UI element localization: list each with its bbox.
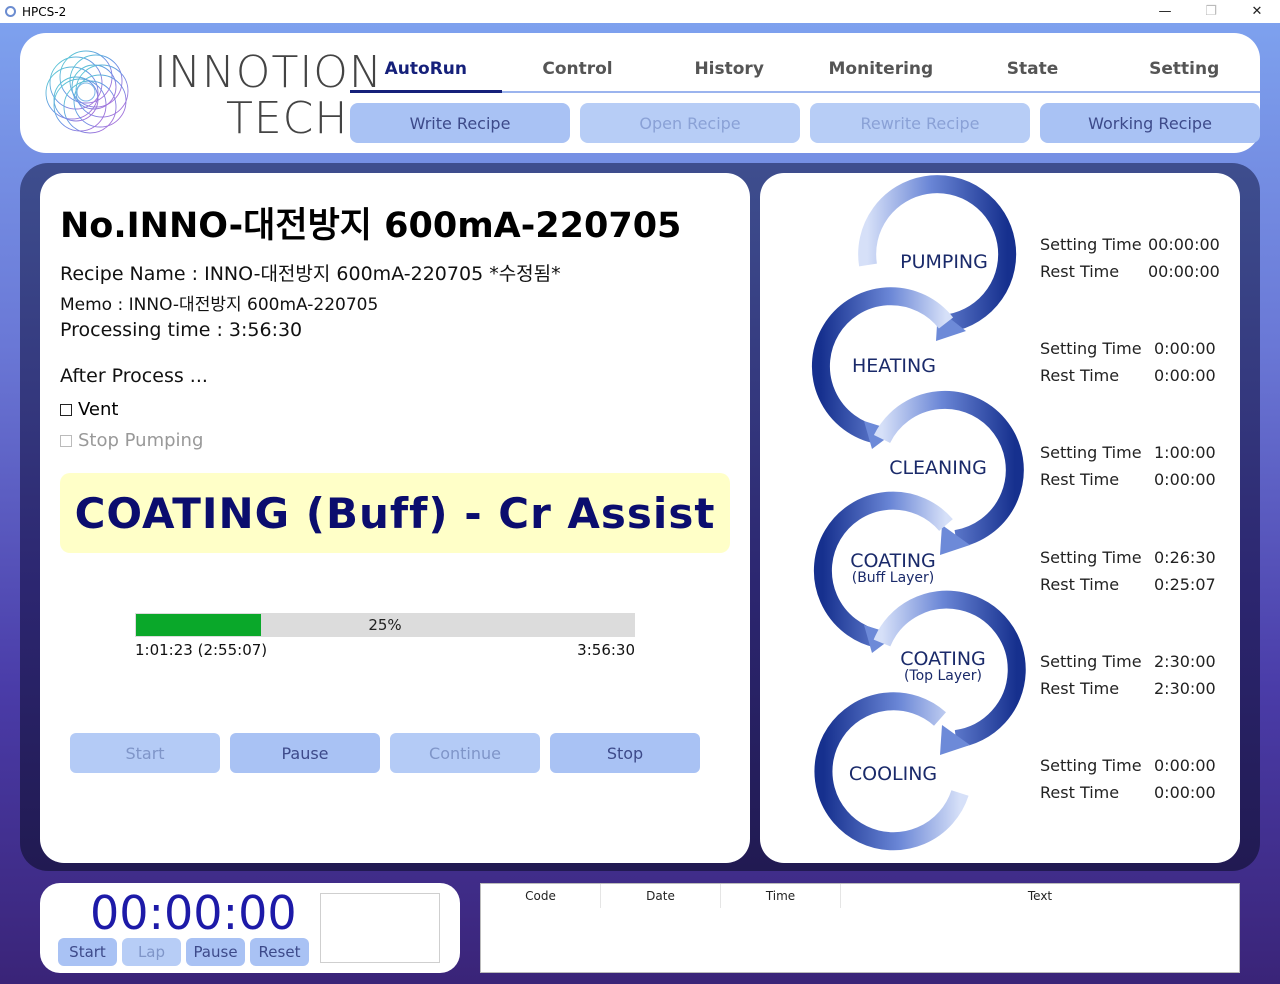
tab-setting[interactable]: Setting [1108, 53, 1260, 91]
restore-icon[interactable]: ❐ [1188, 0, 1234, 23]
rewrite-recipe-button[interactable]: Rewrite Recipe [810, 103, 1030, 143]
stopwatch-start-button[interactable]: Start [58, 938, 117, 966]
main-tabs: AutoRun Control History Monitering State… [350, 53, 1260, 93]
setting-time-value: 0:00:00 [1154, 339, 1216, 358]
header: INNOTION TECH AutoRun Control History Mo… [20, 33, 1260, 153]
start-button[interactable]: Start [70, 733, 220, 773]
logo-wordmark: INNOTION TECH [154, 47, 383, 144]
coating-top-times: Setting Time 2:30:00 Rest Time 2:30:00 [1040, 652, 1216, 698]
coating-buff-times: Setting Time 0:26:30 Rest Time 0:25:07 [1040, 548, 1216, 594]
after-process-label: After Process ... [60, 365, 208, 387]
step-name: COATING [900, 648, 986, 670]
column-header-date[interactable]: Date [601, 884, 721, 908]
step-heating: HEATING [844, 355, 944, 377]
remaining-value: (2:55:07) [197, 641, 268, 659]
stopwatch-pause-button[interactable]: Pause [186, 938, 245, 966]
stopwatch-controls: Start Lap Pause Reset [58, 938, 309, 966]
current-step-text: COATING (Buff) - Cr Assist [74, 488, 716, 538]
step-sub: (Top Layer) [903, 668, 983, 684]
window-title: HPCS-2 [22, 4, 67, 19]
column-header-text[interactable]: Text [841, 884, 1239, 908]
step-coating-buff: COATING (Buff Layer) [838, 550, 948, 586]
run-controls: Start Pause Continue Stop [70, 733, 700, 773]
current-step-banner: COATING (Buff) - Cr Assist [60, 473, 730, 553]
continue-button[interactable]: Continue [390, 733, 540, 773]
stopwatch-panel: 00:00:00 Start Lap Pause Reset [40, 883, 460, 973]
total-time: 3:56:30 [577, 641, 635, 659]
tab-autorun[interactable]: AutoRun [350, 53, 502, 93]
step-name: COOLING [848, 763, 938, 785]
stopwatch-lap-button[interactable]: Lap [122, 938, 181, 966]
step-name: HEATING [852, 355, 936, 377]
tab-monitering[interactable]: Monitering [805, 53, 957, 91]
step-name: CLEANING [889, 457, 987, 479]
rest-time-value: 0:00:00 [1154, 470, 1216, 489]
setting-time-value: 2:30:00 [1154, 652, 1216, 671]
step-coating-top: COATING (Top Layer) [888, 648, 998, 684]
step-cleaning: CLEANING [888, 457, 988, 479]
stop-pumping-label: Stop Pumping [78, 430, 204, 451]
setting-time-value: 00:00:00 [1148, 235, 1220, 254]
cooling-times: Setting Time 0:00:00 Rest Time 0:00:00 [1040, 756, 1216, 802]
column-header-code[interactable]: Code [481, 884, 601, 908]
tab-control[interactable]: Control [502, 53, 654, 91]
tab-history[interactable]: History [653, 53, 805, 91]
minimize-icon[interactable]: — [1142, 0, 1188, 23]
stop-pumping-checkbox[interactable]: Stop Pumping [60, 430, 203, 451]
step-name: COATING [850, 550, 936, 572]
step-name: PUMPING [900, 251, 988, 273]
progress-bar: 25% [135, 613, 635, 637]
recipe-memo: Memo : INNO-대전방지 600mA-220705 [60, 295, 379, 315]
setting-time-value: 0:26:30 [1154, 548, 1216, 567]
stopwatch-display: 00:00:00 [90, 886, 297, 940]
step-cooling: COOLING [840, 763, 946, 785]
elapsed-time: 1:01:23 (2:55:07) [135, 641, 267, 659]
processing-time: Processing time : 3:56:30 [60, 319, 303, 341]
stop-button[interactable]: Stop [550, 733, 700, 773]
log-table[interactable]: Code Date Time Text [480, 883, 1240, 973]
step-sub: (Buff Layer) [851, 570, 935, 586]
logo-swirl-icon [45, 50, 129, 134]
rest-time-value: 0:00:00 [1154, 783, 1216, 802]
stopwatch-reset-button[interactable]: Reset [250, 938, 309, 966]
checkbox-icon [60, 403, 72, 416]
recipe-panel: No.INNO-대전방지 600mA-220705 Recipe Name : … [40, 173, 750, 863]
window-controls: — ❐ ✕ [1142, 0, 1280, 23]
title-bar: HPCS-2 — ❐ ✕ [0, 0, 1280, 23]
rest-time-value: 2:30:00 [1154, 679, 1216, 698]
pumping-times: Setting Time 00:00:00 Rest Time 00:00:00 [1040, 235, 1220, 281]
rest-time-value: 0:25:07 [1154, 575, 1216, 594]
progress-percent: 25% [368, 616, 402, 634]
pause-button[interactable]: Pause [230, 733, 380, 773]
company-logo: INNOTION TECH [42, 47, 382, 141]
cleaning-times: Setting Time 1:00:00 Rest Time 0:00:00 [1040, 443, 1216, 489]
setting-time-value: 1:00:00 [1154, 443, 1216, 462]
vent-label: Vent [78, 399, 119, 420]
heating-times: Setting Time 0:00:00 Rest Time 0:00:00 [1040, 339, 1216, 385]
rest-time-value: 00:00:00 [1148, 262, 1220, 281]
elapsed-value: 1:01:23 [135, 641, 193, 659]
recipe-toolbar: Write Recipe Open Recipe Rewrite Recipe … [350, 103, 1260, 143]
recipe-name: Recipe Name : INNO-대전방지 600mA-220705 *수정… [60, 263, 561, 285]
rest-time-value: 0:00:00 [1154, 366, 1216, 385]
log-table-header: Code Date Time Text [481, 884, 1239, 908]
write-recipe-button[interactable]: Write Recipe [350, 103, 570, 143]
app-icon [5, 6, 16, 17]
step-pumping: PUMPING [894, 251, 994, 273]
lap-list[interactable] [320, 893, 440, 963]
setting-time-value: 0:00:00 [1154, 756, 1216, 775]
checkbox-icon [60, 434, 72, 447]
vent-checkbox[interactable]: Vent [60, 399, 118, 420]
recipe-title: No.INNO-대전방지 600mA-220705 [60, 206, 682, 246]
working-recipe-button[interactable]: Working Recipe [1040, 103, 1260, 143]
close-icon[interactable]: ✕ [1234, 0, 1280, 23]
open-recipe-button[interactable]: Open Recipe [580, 103, 800, 143]
process-steps-panel: PUMPING HEATING CLEANING COATING (Buff L… [760, 173, 1240, 863]
column-header-time[interactable]: Time [721, 884, 841, 908]
tab-state[interactable]: State [957, 53, 1109, 91]
